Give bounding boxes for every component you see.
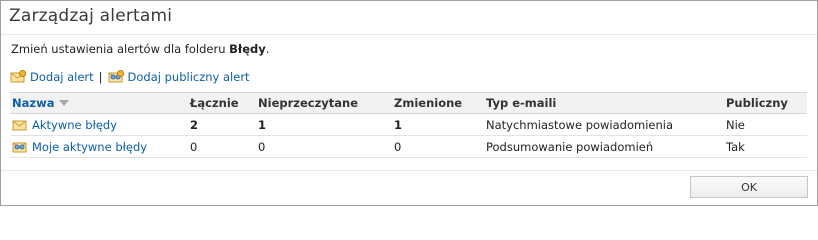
add-public-alert-button[interactable]: Dodaj publiczny alert xyxy=(108,70,250,84)
cell-unread: 0 xyxy=(258,140,266,154)
cell-public: Tak xyxy=(726,140,745,154)
ok-button[interactable]: OK xyxy=(690,176,808,198)
column-header-total: Łącznie xyxy=(190,96,239,110)
column-header-email-type: Typ e-maili xyxy=(486,96,557,110)
alert-envelope-icon xyxy=(12,118,28,132)
cell-unread: 1 xyxy=(258,118,267,132)
column-header-changed: Zmienione xyxy=(394,96,463,110)
table-header: Nazwa Łącznie Nieprzeczytane Zmienione T… xyxy=(10,92,807,114)
table-row: Aktywne błędy 2 1 1 Natychmiastowe powia… xyxy=(10,114,807,136)
table-row: Moje aktywne błędy 0 0 0 Podsumowanie po… xyxy=(10,136,807,158)
add-public-alert-label: Dodaj publiczny alert xyxy=(127,70,250,84)
column-header-unread: Nieprzeczytane xyxy=(258,96,359,110)
add-public-alert-icon xyxy=(108,70,124,84)
actions-separator: | xyxy=(98,70,103,84)
add-alert-icon xyxy=(10,70,26,84)
column-header-name-label: Nazwa xyxy=(12,96,55,110)
add-alert-button[interactable]: Dodaj alert xyxy=(10,70,94,84)
alert-link-aktywne-bledy[interactable]: Aktywne błędy xyxy=(12,118,117,132)
column-header-name[interactable]: Nazwa xyxy=(12,96,70,110)
description-suffix: . xyxy=(265,42,270,56)
alerts-table: Nazwa Łącznie Nieprzeczytane Zmienione T… xyxy=(10,92,807,158)
dialog-title: Zarządzaj alertami xyxy=(9,6,173,26)
cell-email-type: Podsumowanie powiadomień xyxy=(486,140,654,154)
cell-public: Nie xyxy=(726,118,745,132)
folder-name: Błędy xyxy=(229,42,266,56)
cell-changed: 1 xyxy=(394,118,403,132)
manage-alerts-dialog: Zarządzaj alertami Zmień ustawienia aler… xyxy=(0,0,818,206)
alert-link-moje-aktywne-bledy[interactable]: Moje aktywne błędy xyxy=(12,140,147,154)
description-text: Zmień ustawienia alertów dla folderu xyxy=(11,42,226,56)
cell-changed: 0 xyxy=(394,140,402,154)
sort-descending-icon[interactable] xyxy=(59,100,70,106)
cell-email-type: Natychmiastowe powiadomienia xyxy=(486,118,674,132)
column-header-public: Publiczny xyxy=(726,96,788,110)
public-alert-envelope-icon xyxy=(12,140,28,154)
dialog-description: Zmień ustawienia alertów dla folderu Błę… xyxy=(11,42,269,56)
add-alert-label: Dodaj alert xyxy=(30,70,94,84)
footer-divider xyxy=(1,170,817,171)
cell-total: 0 xyxy=(190,140,198,154)
alert-actions: Dodaj alert | Dodaj publiczny alert xyxy=(10,70,250,84)
alert-name: Aktywne błędy xyxy=(32,118,118,132)
alert-name: Moje aktywne błędy xyxy=(32,140,148,154)
title-divider xyxy=(1,34,817,35)
cell-total: 2 xyxy=(190,118,199,132)
